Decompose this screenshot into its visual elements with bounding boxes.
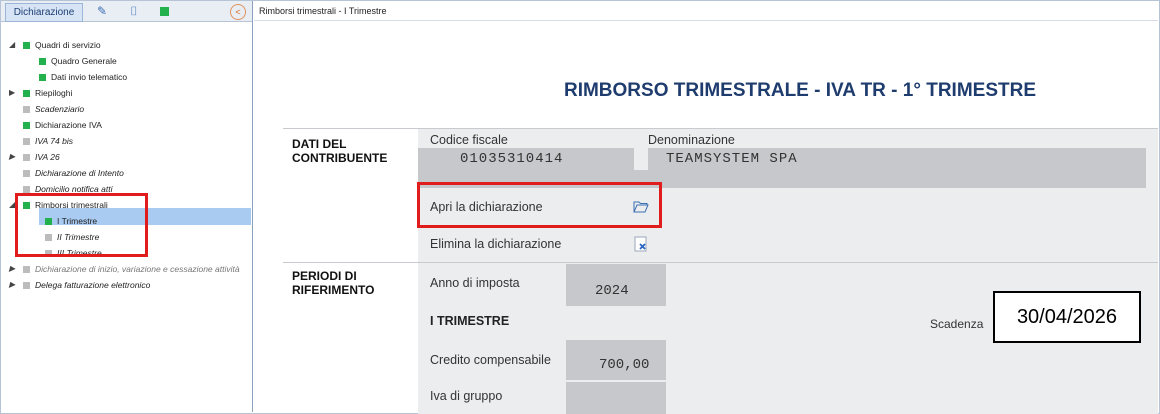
section-label-line2: CONTRIBUENTE <box>292 151 388 165</box>
expand-arrow-icon[interactable]: ◢ <box>9 37 15 53</box>
grey-square-icon <box>23 106 30 113</box>
green-square-icon <box>23 122 30 129</box>
page-title: RIMBORSO TRIMESTRALE - IVA TR - 1° TRIME… <box>563 80 1037 101</box>
green-square-icon <box>23 42 30 49</box>
tab-dichiarazione[interactable]: Dichiarazione <box>5 3 83 22</box>
section-label-line2: RIFERIMENTO <box>292 283 375 297</box>
tree-item-inizio-variazione[interactable]: ▶ Dichiarazione di inizio, variazione e c… <box>9 261 240 277</box>
tree-item-dichiarazione-iva[interactable]: Dichiarazione IVA <box>23 117 102 133</box>
green-square-icon <box>39 58 46 65</box>
section-label-contribuente: DATI DEL CONTRIBUENTE <box>292 137 387 165</box>
tree-item-quadro-generale[interactable]: Quadro Generale <box>39 53 117 69</box>
section-label-periodi: PERIODI DI RIFERIMENTO <box>292 269 374 297</box>
tree-item-scadenziario[interactable]: Scadenziario <box>23 101 84 117</box>
grey-square-icon <box>23 154 30 161</box>
codice-fiscale-label: Codice fiscale <box>430 133 508 147</box>
expand-arrow-icon[interactable]: ▶ <box>9 277 15 293</box>
tree-item-iva26[interactable]: ▶ IVA 26 <box>9 149 60 165</box>
tree-item-delega-fatturazione[interactable]: ▶ Delega fatturazione elettronico <box>9 277 150 293</box>
breadcrumb: Rimborsi trimestrali - I Trimestre <box>254 1 1158 21</box>
denominazione-label: Denominazione <box>648 133 735 147</box>
anno-imposta-label: Anno di imposta <box>430 276 520 290</box>
panel-tabs: Dichiarazione ✎ ⌷ < <box>1 1 252 22</box>
left-panel: Dichiarazione ✎ ⌷ < ◢ Quadri di servizio … <box>1 1 253 412</box>
tree-item-dichiarazione-intento[interactable]: Dichiarazione di Intento <box>23 165 124 181</box>
section-label-line1: PERIODI DI <box>292 269 357 283</box>
scadenza-date-box: 30/04/2026 <box>993 291 1141 343</box>
expand-arrow-icon[interactable]: ▶ <box>9 85 15 101</box>
divider <box>283 128 1158 129</box>
green-square-icon <box>23 90 30 97</box>
iva-gruppo-label: Iva di gruppo <box>430 389 503 403</box>
tree-item-iva74bis[interactable]: IVA 74 bis <box>23 133 73 149</box>
divider <box>283 262 1158 263</box>
highlight-box-rimborsi <box>15 193 148 257</box>
expand-arrow-icon[interactable]: ▶ <box>9 261 15 277</box>
denominazione-field[interactable]: TEAMSYSTEM SPA <box>648 148 1146 188</box>
delete-file-icon[interactable] <box>632 236 650 252</box>
elimina-dichiarazione-label: Elimina la dichiarazione <box>430 237 562 251</box>
highlight-box-apri <box>417 182 662 228</box>
iva-gruppo-field[interactable] <box>566 382 666 414</box>
section-label-line1: DATI DEL <box>292 137 347 151</box>
anno-imposta-field[interactable]: 2024 <box>566 264 666 306</box>
scadenza-label: Scadenza <box>930 317 984 331</box>
grey-square-icon <box>23 170 30 177</box>
tree-item-riepiloghi[interactable]: ▶ Riepiloghi <box>9 85 72 101</box>
grey-square-icon <box>23 266 30 273</box>
green-square-icon[interactable] <box>153 3 175 20</box>
edit-icon[interactable]: ✎ <box>91 3 113 20</box>
green-square-icon <box>39 74 46 81</box>
credito-compensabile-field[interactable]: 700,00 <box>566 340 666 380</box>
credito-compensabile-label: Credito compensabile <box>430 353 551 367</box>
trimestre-heading: I TRIMESTRE <box>430 314 510 328</box>
tree-item-quadri-servizio[interactable]: ◢ Quadri di servizio <box>9 37 101 53</box>
codice-fiscale-field[interactable]: 01035310414 <box>418 148 634 170</box>
grey-square-icon <box>23 186 30 193</box>
grey-square-icon <box>23 138 30 145</box>
tree-item-dati-invio[interactable]: Dati invio telematico <box>39 69 127 85</box>
grey-square-icon <box>23 282 30 289</box>
expand-arrow-icon[interactable]: ▶ <box>9 149 15 165</box>
attachment-icon[interactable]: ⌷ <box>123 3 145 20</box>
collapse-panel-icon[interactable]: < <box>230 4 246 20</box>
